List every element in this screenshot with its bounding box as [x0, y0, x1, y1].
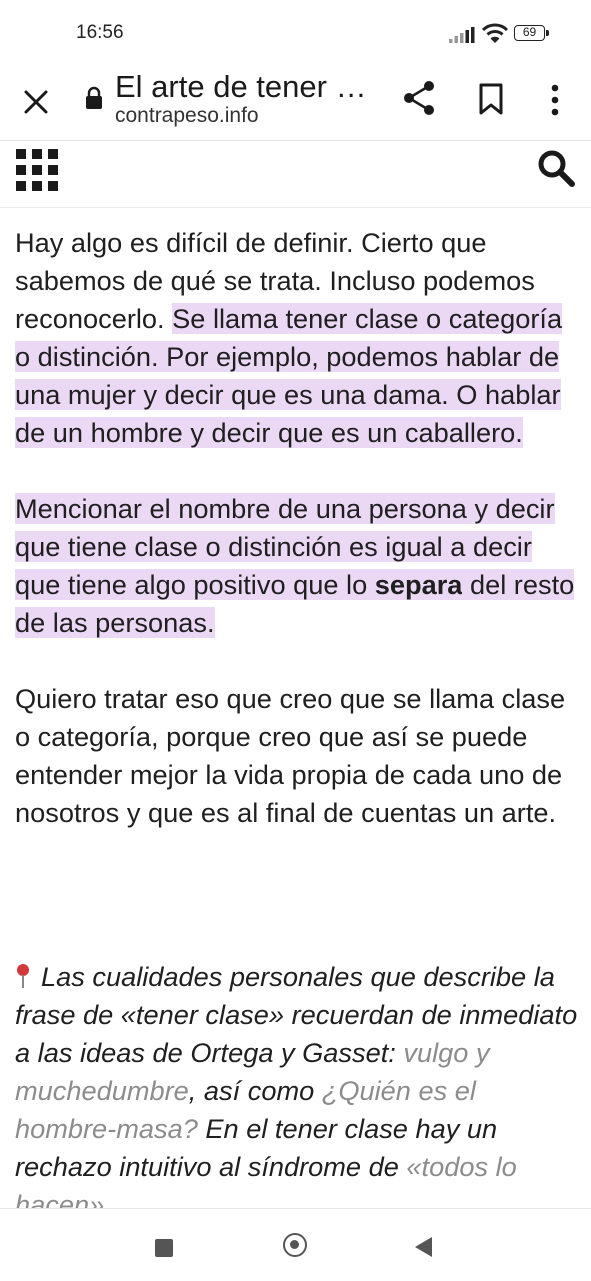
search-icon[interactable]: [535, 147, 577, 189]
article-paragraph-1: Hay algo es difícil de definir. Cierto q…: [15, 224, 580, 452]
browser-toolbar: El arte de tener … contrapeso.info: [0, 64, 591, 141]
wifi-icon: [481, 23, 509, 43]
recents-icon[interactable]: [155, 1239, 173, 1257]
lock-icon: [86, 86, 102, 109]
quote-text: , así como: [188, 1075, 322, 1106]
article-body: Hay algo es difícil de definir. Cierto q…: [15, 224, 580, 832]
status-bar: 16:56 69: [0, 0, 591, 64]
bookmark-icon[interactable]: [477, 83, 505, 115]
grid-menu-icon[interactable]: [16, 149, 58, 191]
battery-level: 69: [514, 25, 545, 41]
article-quote: Las cualidades personales que describe l…: [15, 958, 580, 1224]
article-paragraph-2: Mencionar el nombre de una persona y dec…: [15, 490, 580, 642]
status-time: 16:56: [76, 22, 124, 43]
quote-text: Las cualidades personales que describe l…: [15, 961, 578, 1068]
page-title[interactable]: El arte de tener …: [115, 69, 367, 105]
system-nav-bar: [0, 1208, 591, 1281]
signal-icon: [449, 27, 475, 43]
bold-word: separa: [374, 569, 463, 600]
site-header: [0, 141, 591, 208]
back-icon[interactable]: [415, 1237, 432, 1257]
share-icon[interactable]: [400, 78, 438, 118]
article-paragraph-3: Quiero tratar eso que creo que se llama …: [15, 683, 566, 828]
battery-icon: 69: [514, 25, 550, 43]
home-icon[interactable]: [283, 1233, 307, 1257]
pushpin-icon: [15, 964, 31, 988]
close-icon[interactable]: [18, 84, 54, 120]
more-vert-icon[interactable]: [545, 80, 565, 120]
page-domain[interactable]: contrapeso.info: [115, 104, 259, 128]
